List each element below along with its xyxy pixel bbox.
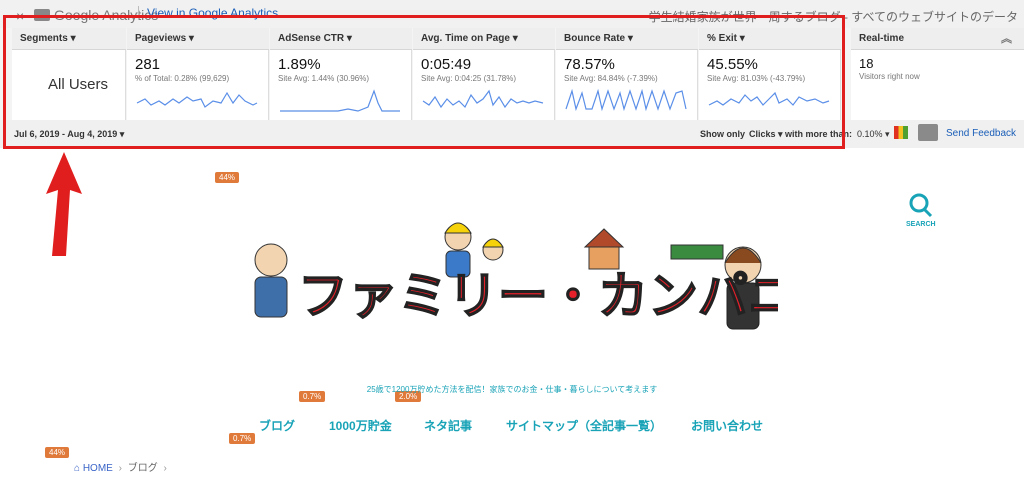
search-icon xyxy=(909,193,932,218)
realtime-cell: 18 Visitors right now xyxy=(851,50,1024,120)
home-icon: ⌂ xyxy=(74,463,81,474)
breadcrumb: ⌂ HOME › ブログ › xyxy=(74,459,170,474)
breadcrumb-separator: › xyxy=(118,463,122,474)
threshold-select[interactable]: 0.10% ▾ xyxy=(857,129,890,140)
nav-item-savings[interactable]: 1000万貯金 xyxy=(329,417,392,434)
percent-badge: 44% xyxy=(215,172,240,183)
collapse-chevron-icon[interactable]: ︽ xyxy=(1001,28,1012,50)
realtime-header-label: Real-time xyxy=(859,33,905,44)
percent-badge: 44% xyxy=(45,447,70,458)
threshold-value: 0.10% xyxy=(857,129,883,139)
realtime-value: 18 xyxy=(859,56,874,71)
search-button[interactable]: SEARCH xyxy=(906,192,936,228)
nav-item-sitemap[interactable]: サイトマップ（全記事一覧） xyxy=(506,417,662,434)
breadcrumb-current: ブログ xyxy=(127,463,158,474)
breadcrumb-home[interactable]: HOME xyxy=(83,463,113,474)
realtime-sub: Visitors right now xyxy=(859,72,920,81)
heatmap-color-icon[interactable] xyxy=(894,126,908,139)
nav-item-neta[interactable]: ネタ記事 xyxy=(424,417,472,434)
send-feedback-link[interactable]: Send Feedback xyxy=(946,128,1016,139)
banner-title: ファミリー・カンパニー xyxy=(298,267,778,325)
nav-item-contact[interactable]: お問い合わせ xyxy=(691,417,763,434)
percent-badge: 0.7% xyxy=(229,433,256,444)
comment-icon[interactable] xyxy=(918,124,938,141)
realtime-header: Real-time ︽ xyxy=(851,28,1024,50)
search-label: SEARCH xyxy=(906,221,936,228)
site-logo-banner[interactable]: ファミリー・カンパニー xyxy=(243,205,778,345)
red-arrow-icon xyxy=(46,152,82,256)
breadcrumb-separator: › xyxy=(163,463,167,474)
site-tagline: 25歳で1200万貯めた方法を配信！家族でのお金・仕事・暮らしについて考えます xyxy=(366,385,658,394)
nav-item-blog[interactable]: ブログ xyxy=(259,417,295,434)
highlight-frame xyxy=(3,15,845,149)
